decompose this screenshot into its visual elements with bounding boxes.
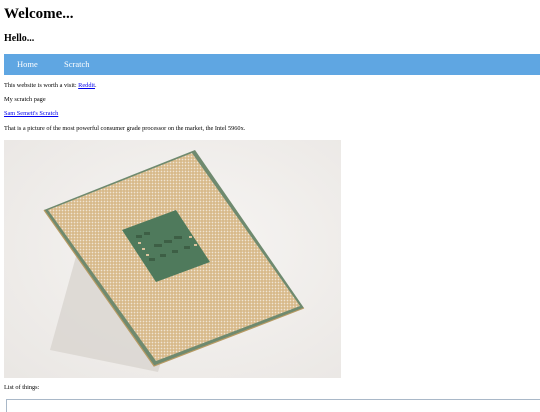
scratch-page-link[interactable]: Sam Semett's Scratch bbox=[4, 110, 58, 117]
visit-suffix-text: . bbox=[94, 82, 97, 89]
things-list bbox=[6, 399, 540, 412]
cpu-chip-image bbox=[4, 140, 341, 378]
visit-prefix-text: This website is worth a visit: bbox=[4, 82, 79, 89]
picture-caption: That is a picture of the most powerful c… bbox=[4, 125, 246, 132]
page-subtitle: Hello... bbox=[4, 33, 35, 44]
scratch-paragraph: Sam Semett's Scratch bbox=[4, 110, 58, 117]
nav-home-link[interactable]: Home bbox=[17, 54, 38, 75]
visit-paragraph: This website is worth a visit: Reddit. bbox=[4, 82, 97, 89]
nav-bar: Home Scratch bbox=[4, 54, 540, 75]
list-label: List of things: bbox=[4, 384, 40, 391]
nav-scratch-link[interactable]: Scratch bbox=[64, 54, 90, 75]
reddit-link[interactable]: Reddit bbox=[78, 82, 95, 89]
page-title: Welcome... bbox=[4, 6, 74, 22]
scratch-text: My scratch page bbox=[4, 96, 46, 103]
